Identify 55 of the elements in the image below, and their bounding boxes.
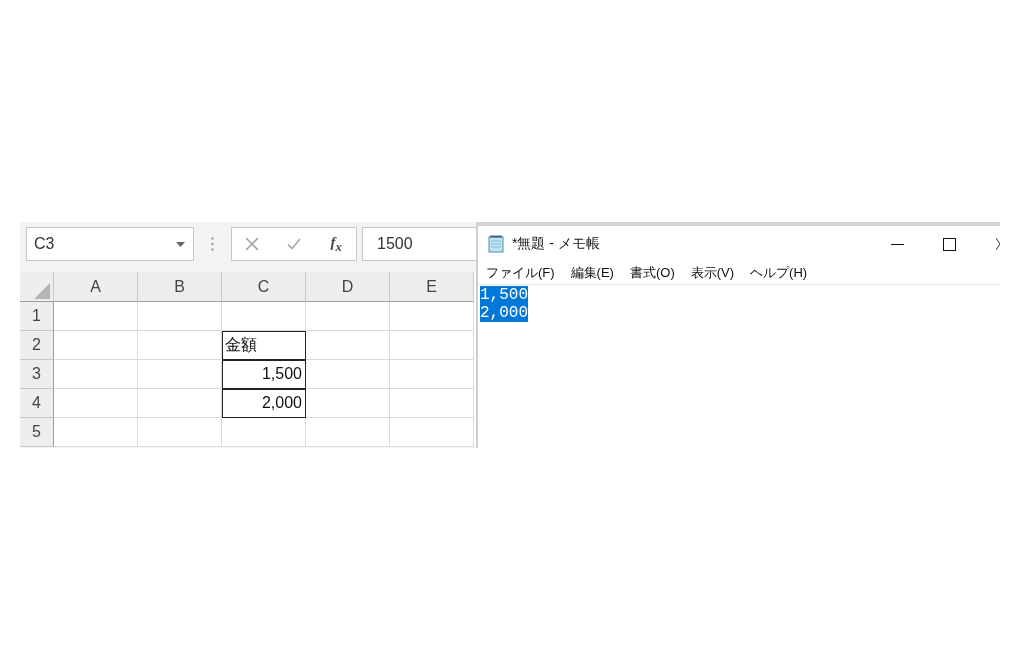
menu-item[interactable]: 表示(V) bbox=[688, 264, 737, 282]
table-cell[interactable] bbox=[222, 418, 306, 447]
text-area[interactable]: 1,500 2,000 bbox=[478, 285, 1000, 448]
menu-item[interactable]: ファイル(F) bbox=[484, 264, 557, 282]
insert-function-button[interactable]: f$_{x}$ bbox=[316, 232, 356, 256]
grip-icon bbox=[211, 237, 214, 251]
close-icon[interactable] bbox=[996, 238, 1000, 250]
cancel-icon bbox=[245, 237, 259, 251]
menu-item[interactable]: ヘルプ(H) bbox=[748, 264, 810, 282]
table-cell[interactable] bbox=[306, 418, 390, 447]
triangle-icon bbox=[34, 283, 50, 299]
table-cell[interactable] bbox=[138, 360, 222, 389]
minimize-icon[interactable] bbox=[891, 243, 904, 245]
table-cell[interactable] bbox=[306, 389, 390, 418]
table-cell[interactable] bbox=[54, 360, 138, 389]
table-cell[interactable] bbox=[222, 302, 306, 331]
column-header[interactable]: D bbox=[306, 272, 390, 302]
row-header[interactable]: 5 bbox=[20, 418, 54, 447]
menu-item[interactable]: 書式(O) bbox=[627, 264, 677, 282]
column-header[interactable]: A bbox=[54, 272, 138, 302]
table-cell[interactable] bbox=[54, 389, 138, 418]
select-all-button[interactable] bbox=[20, 272, 54, 302]
table-cell[interactable] bbox=[390, 360, 474, 389]
table-cell[interactable] bbox=[306, 360, 390, 389]
table-cell[interactable] bbox=[306, 331, 390, 360]
table-cell[interactable] bbox=[390, 389, 474, 418]
table-cell[interactable] bbox=[306, 302, 390, 331]
column-header[interactable]: B bbox=[138, 272, 222, 302]
table-cell[interactable] bbox=[138, 389, 222, 418]
table-cell[interactable] bbox=[54, 418, 138, 447]
formula-input[interactable]: 1500 bbox=[362, 227, 476, 261]
row-header[interactable]: 3 bbox=[20, 360, 54, 389]
notepad-icon bbox=[488, 235, 504, 253]
table-cell[interactable] bbox=[54, 302, 138, 331]
maximize-icon[interactable] bbox=[943, 237, 956, 251]
name-box[interactable]: C3 bbox=[26, 227, 194, 261]
table-cell[interactable] bbox=[138, 418, 222, 447]
table-cell[interactable] bbox=[390, 418, 474, 447]
table-cell[interactable] bbox=[138, 331, 222, 360]
table-cell[interactable] bbox=[138, 302, 222, 331]
table-cell[interactable]: 1,500 bbox=[222, 360, 306, 389]
caret-icon[interactable] bbox=[176, 241, 185, 247]
check-icon bbox=[287, 237, 301, 251]
table-cell[interactable] bbox=[390, 302, 474, 331]
row-header[interactable]: 2 bbox=[20, 331, 54, 360]
menu-item[interactable]: 編集(E) bbox=[568, 264, 616, 282]
table-cell[interactable]: 金額 bbox=[222, 331, 306, 360]
window-title: *無題 - メモ帳 bbox=[512, 235, 600, 253]
row-header[interactable]: 4 bbox=[20, 389, 54, 418]
table-cell[interactable] bbox=[54, 331, 138, 360]
table-cell[interactable] bbox=[390, 331, 474, 360]
table-cell[interactable]: 2,000 bbox=[222, 389, 306, 418]
column-header[interactable]: C bbox=[222, 272, 306, 302]
row-header[interactable]: 1 bbox=[20, 302, 54, 331]
column-header[interactable]: E bbox=[390, 272, 474, 302]
